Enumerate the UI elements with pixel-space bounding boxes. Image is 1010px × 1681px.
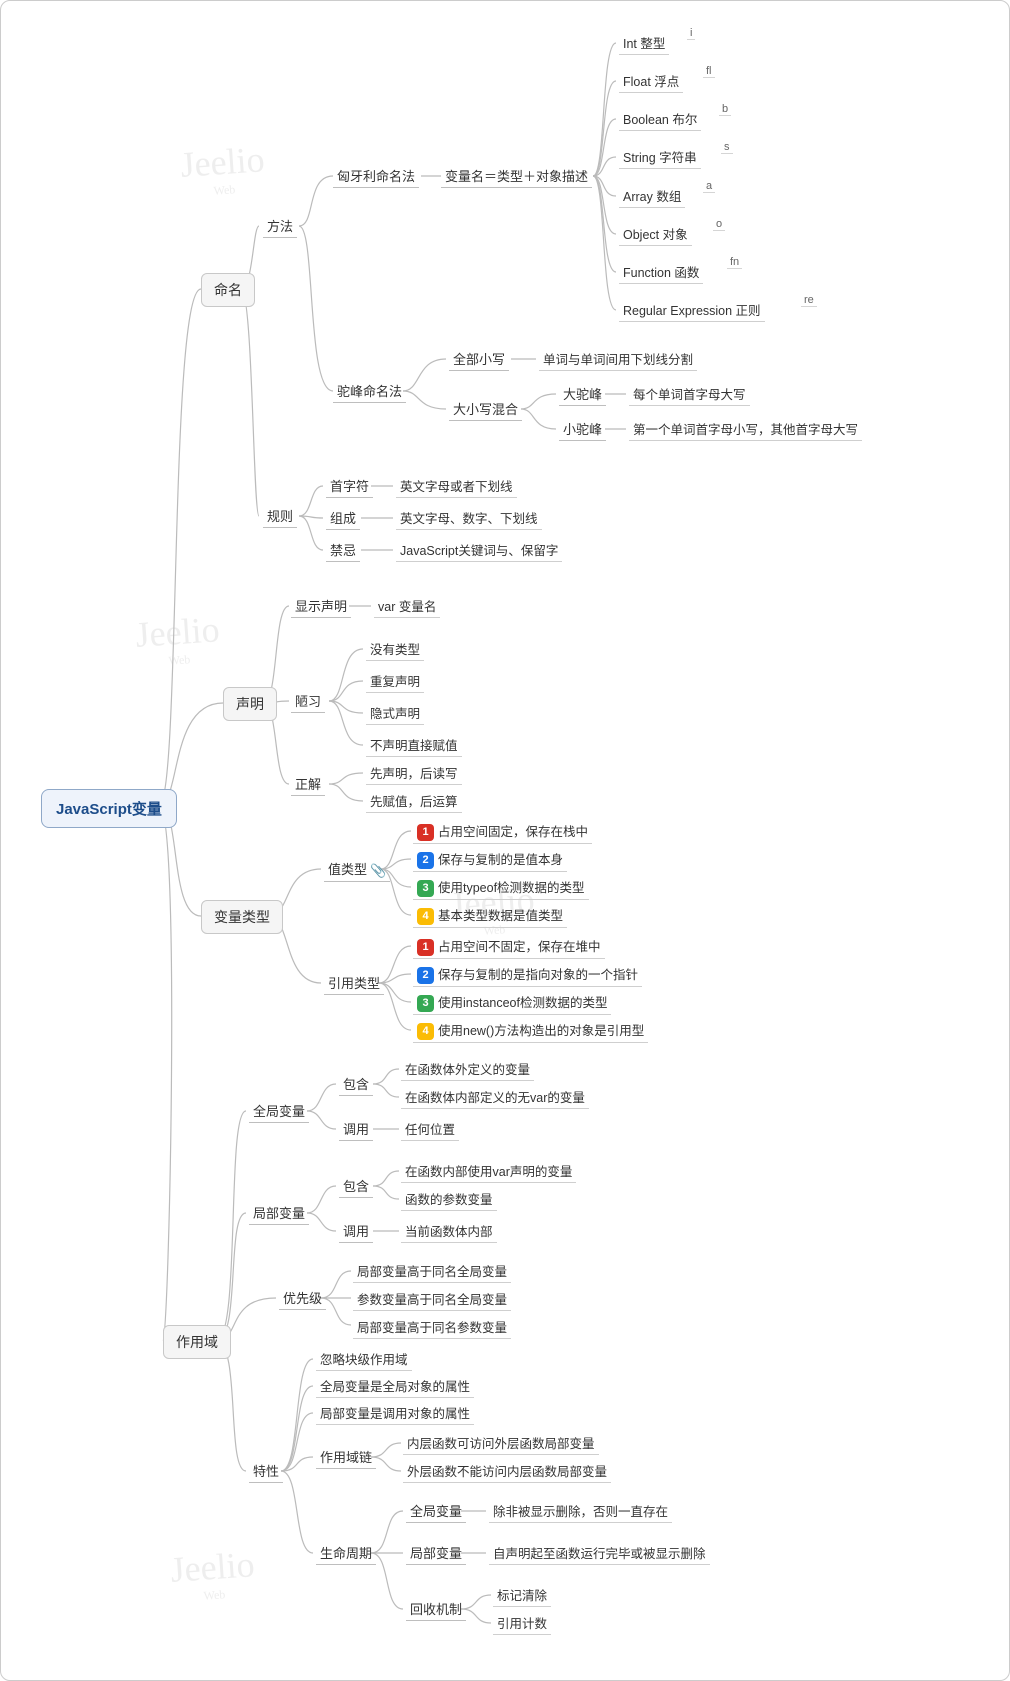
type-array: Array 数组	[619, 184, 685, 208]
node-explicit[interactable]: 显示声明	[291, 594, 351, 618]
leaf-explicit-desc: var 变量名	[374, 594, 440, 618]
leaf-bad-2: 隐式声明	[366, 701, 424, 725]
node-global-include[interactable]: 包含	[339, 1072, 373, 1096]
leaf-good-0: 先声明，后读写	[366, 761, 462, 785]
type-function: Function 函数	[619, 260, 703, 284]
leaf-ref-3: 4使用new()方法构造出的对象是引用型	[413, 1018, 648, 1043]
node-big-camel[interactable]: 大驼峰	[559, 382, 606, 406]
tag-s: s	[721, 141, 733, 154]
watermark: JeelioWeb	[169, 1543, 257, 1606]
tag-o: o	[713, 218, 725, 231]
leaf-bad-1: 重复声明	[366, 669, 424, 693]
node-global-call[interactable]: 调用	[339, 1117, 373, 1141]
leaf-life-global: 除非被显示删除，否则一直存在	[489, 1499, 672, 1523]
node-bad[interactable]: 陋习	[291, 689, 325, 713]
node-first-char[interactable]: 首字符	[326, 474, 373, 498]
node-rule[interactable]: 规则	[263, 504, 297, 528]
leaf-forbid-desc: JavaScript关键词与、保留字	[396, 538, 562, 562]
leaf-val-3: 4基本类型数据是值类型	[413, 903, 567, 928]
type-regex: Regular Expression 正则	[619, 298, 765, 322]
node-hungarian[interactable]: 匈牙利命名法	[333, 164, 419, 188]
leaf-chain-1: 外层函数不能访问内层函数局部变量	[403, 1459, 611, 1483]
node-priority[interactable]: 优先级	[279, 1286, 326, 1310]
mindmap-canvas: JeelioWeb JeelioWeb JeelioWeb JeelioWeb	[0, 0, 1010, 1681]
leaf-ref-2: 3使用instanceof检测数据的类型	[413, 990, 611, 1015]
type-boolean: Boolean 布尔	[619, 107, 701, 131]
leaf-global-inc-1: 在函数体内部定义的无var的变量	[401, 1085, 589, 1109]
leaf-local-call: 当前函数体内部	[401, 1219, 497, 1243]
leaf-small-camel-desc: 第一个单词首字母小写，其他首字母大写	[629, 417, 862, 441]
leaf-gc-1: 引用计数	[493, 1611, 551, 1635]
node-scope[interactable]: 作用域	[163, 1325, 231, 1359]
tag-i: i	[687, 27, 695, 40]
root-node[interactable]: JavaScript变量	[41, 789, 177, 828]
tag-re: re	[801, 294, 817, 307]
node-compose[interactable]: 组成	[326, 506, 360, 530]
watermark: JeelioWeb	[134, 608, 222, 671]
node-local[interactable]: 局部变量	[249, 1201, 309, 1225]
leaf-pri-0: 局部变量高于同名全局变量	[353, 1259, 511, 1283]
watermark: JeelioWeb	[179, 138, 267, 201]
leaf-global-inc-0: 在函数体外定义的变量	[401, 1057, 534, 1081]
leaf-all-lower-desc: 单词与单词间用下划线分割	[539, 347, 697, 371]
attachment-icon: 📎	[370, 863, 386, 879]
tag-fn: fn	[727, 256, 742, 269]
node-declare[interactable]: 声明	[223, 687, 277, 721]
leaf-big-camel-desc: 每个单词首字母大写	[629, 382, 750, 406]
leaf-good-1: 先赋值，后运算	[366, 789, 462, 813]
node-vartype[interactable]: 变量类型	[201, 900, 283, 934]
type-int: Int 整型	[619, 31, 669, 55]
leaf-ref-1: 2保存与复制的是指向对象的一个指针	[413, 962, 642, 987]
leaf-feat-2: 局部变量是调用对象的属性	[316, 1401, 474, 1425]
type-string: String 字符串	[619, 145, 701, 169]
node-life-local[interactable]: 局部变量	[406, 1541, 466, 1565]
value-type-label: 值类型	[328, 862, 367, 877]
leaf-compose-desc: 英文字母、数字、下划线	[396, 506, 542, 530]
node-local-include[interactable]: 包含	[339, 1174, 373, 1198]
leaf-bad-3: 不声明直接赋值	[366, 733, 462, 757]
node-all-lower[interactable]: 全部小写	[449, 347, 509, 371]
leaf-local-inc-0: 在函数内部使用var声明的变量	[401, 1159, 576, 1183]
leaf-val-2: 3使用typeof检测数据的类型	[413, 875, 589, 900]
node-mixed-case[interactable]: 大小写混合	[449, 397, 522, 421]
node-gc[interactable]: 回收机制	[406, 1597, 466, 1621]
tag-b: b	[719, 103, 731, 116]
leaf-chain-0: 内层函数可访问外层函数局部变量	[403, 1431, 599, 1455]
node-scope-chain[interactable]: 作用域链	[316, 1445, 376, 1469]
tag-fl: fl	[703, 65, 715, 78]
leaf-life-local: 自声明起至函数运行完毕或被显示删除	[489, 1541, 710, 1565]
leaf-feat-0: 忽略块级作用域	[316, 1347, 412, 1371]
node-local-call[interactable]: 调用	[339, 1219, 373, 1243]
tag-a: a	[703, 180, 715, 193]
node-small-camel[interactable]: 小驼峰	[559, 417, 606, 441]
leaf-bad-0: 没有类型	[366, 637, 424, 661]
leaf-feat-1: 全局变量是全局对象的属性	[316, 1374, 474, 1398]
node-good[interactable]: 正解	[291, 772, 325, 796]
node-forbid[interactable]: 禁忌	[326, 538, 360, 562]
node-method[interactable]: 方法	[263, 214, 297, 238]
leaf-first-char-desc: 英文字母或者下划线	[396, 474, 517, 498]
leaf-pri-1: 参数变量高于同名全局变量	[353, 1287, 511, 1311]
node-ref-type[interactable]: 引用类型	[324, 971, 384, 995]
node-naming[interactable]: 命名	[201, 273, 255, 307]
leaf-pri-2: 局部变量高于同名参数变量	[353, 1315, 511, 1339]
leaf-local-inc-1: 函数的参数变量	[401, 1187, 497, 1211]
leaf-global-call: 任何位置	[401, 1117, 459, 1141]
node-var-formula[interactable]: 变量名＝类型＋对象描述	[441, 164, 592, 188]
leaf-val-1: 2保存与复制的是值本身	[413, 847, 567, 872]
node-value-type[interactable]: 值类型📎	[324, 857, 390, 882]
node-life[interactable]: 生命周期	[316, 1541, 376, 1565]
node-feature[interactable]: 特性	[249, 1459, 283, 1483]
leaf-ref-0: 1占用空间不固定，保存在堆中	[413, 934, 605, 959]
type-float: Float 浮点	[619, 69, 683, 93]
node-global[interactable]: 全局变量	[249, 1099, 309, 1123]
leaf-gc-0: 标记清除	[493, 1583, 551, 1607]
type-object: Object 对象	[619, 222, 692, 246]
node-camel[interactable]: 驼峰命名法	[333, 379, 406, 403]
node-life-global[interactable]: 全局变量	[406, 1499, 466, 1523]
leaf-val-0: 1占用空间固定，保存在栈中	[413, 819, 592, 844]
